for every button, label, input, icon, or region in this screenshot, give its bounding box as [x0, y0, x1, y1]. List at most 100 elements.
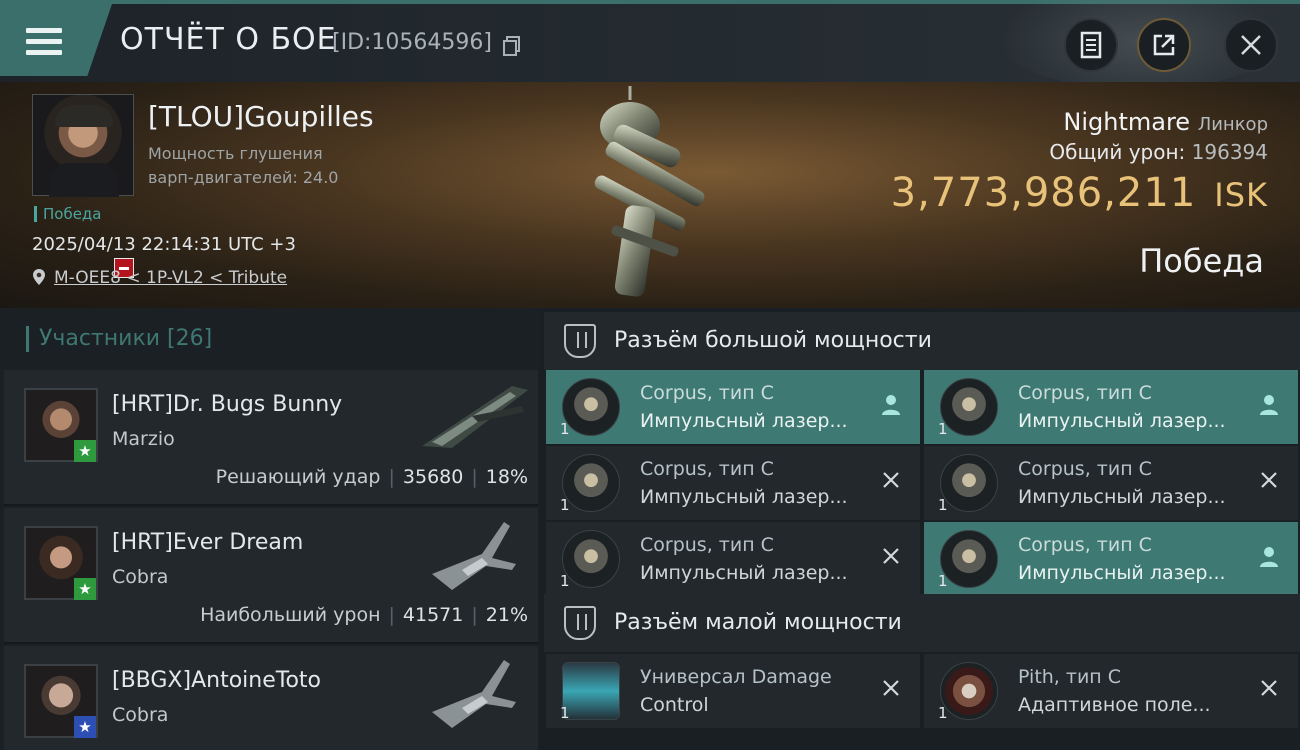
menu-button[interactable]	[0, 4, 112, 76]
star-icon: ★	[74, 578, 96, 600]
module-icon	[940, 662, 998, 720]
close-icon[interactable]	[878, 546, 904, 572]
module-name: Corpus, тип C	[1018, 458, 1152, 480]
battle-result: Победа	[1139, 242, 1264, 280]
high-slot-title: Разъём большой мощности	[614, 328, 932, 353]
participant-row[interactable]: ★ [HRT]Ever Dream Cobra Наибольший урон |…	[4, 508, 538, 644]
user-icon[interactable]	[878, 394, 904, 420]
participant-ship-image	[432, 660, 516, 728]
module-slot[interactable]: 1 Pith, тип C Адаптивное поле...	[924, 654, 1298, 728]
high-slot-icon	[564, 324, 596, 358]
page-title: ОТЧЁТ О БОЕ	[120, 22, 337, 57]
participant-ship-image	[422, 386, 528, 448]
top-bar: ОТЧЁТ О БОЕ [ID:10564596]	[0, 0, 1300, 90]
report-button[interactable]	[1064, 18, 1118, 72]
participant-name: [BBGX]AntoineToto	[112, 668, 321, 693]
low-slot-title: Разъём малой мощности	[614, 610, 902, 635]
participant-name: [HRT]Dr. Bugs Bunny	[112, 392, 343, 417]
module-name: Corpus, тип C	[640, 382, 774, 404]
participant-row[interactable]: ★ [HRT]Dr. Bugs Bunny Marzio Решающий уд…	[4, 370, 538, 506]
user-icon[interactable]	[1256, 546, 1282, 572]
close-icon	[1241, 35, 1261, 55]
participant-ship: Cobra	[112, 566, 169, 588]
warp-jam-value: варп-двигателей: 24.0	[148, 168, 339, 187]
victim-ship-image[interactable]	[560, 86, 740, 306]
participant-percent: 18%	[485, 466, 528, 488]
isk-amount: 3,773,986,211	[890, 170, 1197, 216]
module-quantity: 1	[938, 704, 948, 722]
module-icon	[940, 530, 998, 588]
module-name: Pith, тип C	[1018, 666, 1122, 688]
participant-ship: Marzio	[112, 428, 175, 450]
module-name: Corpus, тип C	[640, 534, 774, 556]
module-slot[interactable]: 1 Corpus, тип C Импульсный лазер...	[546, 446, 920, 520]
participant-damage: 35680	[402, 466, 464, 488]
module-icon	[940, 378, 998, 436]
isk-unit: ISK	[1214, 176, 1268, 214]
participants-title[interactable]: Участники [26]	[26, 326, 212, 352]
fitting-panel: Разъём большой мощности 1 Corpus, тип C Им…	[540, 308, 1300, 750]
module-slot[interactable]: 1 Corpus, тип C Импульсный лазер...	[546, 522, 920, 596]
participant-ship: Cobra	[112, 704, 169, 726]
total-damage: Общий урон: 196394	[1049, 140, 1268, 164]
hamburger-icon	[26, 28, 62, 56]
module-slot[interactable]: 1 Corpus, тип C Импульсный лазер...	[924, 522, 1298, 596]
module-slot[interactable]: 1 Corpus, тип C Импульсный лазер...	[924, 370, 1298, 444]
module-quantity: 1	[938, 420, 948, 438]
participant-stats: Решающий удар | 35680 | 18%	[215, 466, 528, 488]
report-id: [ID:10564596]	[332, 30, 492, 55]
close-icon[interactable]	[1256, 470, 1282, 496]
module-quantity: 1	[560, 496, 570, 514]
low-slot-icon	[564, 606, 596, 640]
module-name: Corpus, тип C	[1018, 382, 1152, 404]
close-button[interactable]	[1224, 18, 1278, 72]
module-icon	[562, 530, 620, 588]
module-type: Адаптивное поле...	[1018, 694, 1211, 716]
isk-value: 3,773,986,211 ISK	[891, 170, 1268, 216]
total-damage-value: 196394	[1191, 140, 1268, 164]
victim-ship-name: Nightmare Линкор	[1063, 108, 1268, 136]
close-icon[interactable]	[878, 470, 904, 496]
module-name: Универсал Damage	[640, 666, 832, 688]
participant-ship-image	[432, 522, 516, 590]
user-icon[interactable]	[1256, 394, 1282, 420]
participants-panel: Участники [26] ★ [HRT]Dr. Bugs Bunny Mar…	[0, 308, 540, 750]
outcome-tag: Победа	[34, 206, 102, 222]
module-type: Импульсный лазер...	[640, 410, 848, 432]
module-type: Импульсный лазер...	[640, 486, 848, 508]
module-quantity: 1	[560, 572, 570, 590]
module-type: Импульсный лазер...	[640, 562, 848, 584]
module-icon	[562, 378, 620, 436]
module-slot[interactable]: 1 Универсал Damage Control	[546, 654, 920, 728]
module-slot[interactable]: 1 Corpus, тип C Импульсный лазер...	[546, 370, 920, 444]
module-type: Импульсный лазер...	[1018, 562, 1226, 584]
high-slot-header: Разъём большой мощности	[544, 312, 1300, 370]
module-quantity: 1	[560, 420, 570, 438]
warp-jam-label: Мощность глушения	[148, 144, 323, 163]
star-icon: ★	[74, 716, 96, 738]
star-icon: ★	[74, 440, 96, 462]
module-icon	[940, 454, 998, 512]
close-icon[interactable]	[1256, 678, 1282, 704]
module-type: Импульсный лазер...	[1018, 486, 1226, 508]
participant-stat-label: Наибольший урон	[200, 604, 381, 626]
close-icon[interactable]	[878, 678, 904, 704]
participant-damage: 41571	[402, 604, 464, 626]
participant-percent: 21%	[485, 604, 528, 626]
low-slot-header: Разъём малой мощности	[544, 594, 1300, 652]
victim-summary: [TLOU]Goupilles Мощность глушения варп-д…	[0, 82, 1300, 308]
participant-row[interactable]: ★ [BBGX]AntoineToto Cobra	[4, 646, 538, 750]
total-damage-label: Общий урон:	[1049, 140, 1186, 164]
copy-icon[interactable]	[503, 36, 521, 56]
module-icon	[562, 662, 620, 720]
document-icon	[1080, 31, 1102, 59]
share-button[interactable]	[1137, 18, 1191, 72]
module-name: Corpus, тип C	[640, 458, 774, 480]
victim-name[interactable]: [TLOU]Goupilles	[148, 100, 374, 133]
kill-datetime: 2025/04/13 22:14:31 UTC +3	[32, 234, 296, 255]
module-slot[interactable]: 1 Corpus, тип C Импульсный лазер...	[924, 446, 1298, 520]
module-name: Corpus, тип C	[1018, 534, 1152, 556]
module-quantity: 1	[938, 496, 948, 514]
kill-location-link[interactable]: M-OEE8 < 1P-VL2 < Tribute	[54, 268, 287, 288]
victim-avatar[interactable]	[32, 94, 134, 197]
